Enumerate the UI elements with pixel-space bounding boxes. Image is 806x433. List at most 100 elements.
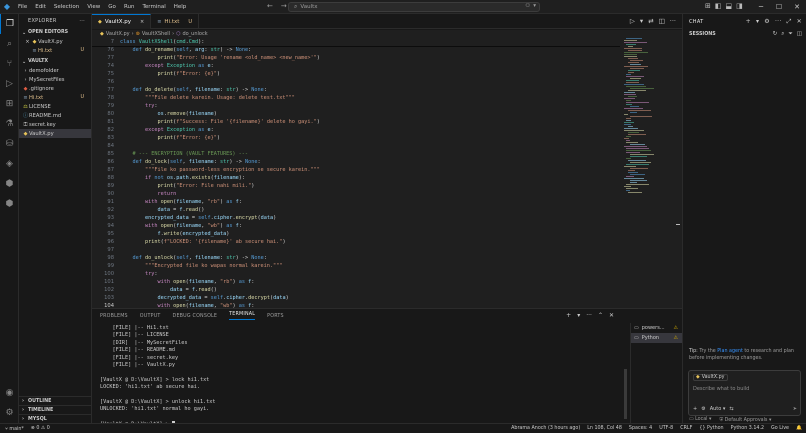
code-line[interactable]: 80 os.remove(filename) — [92, 110, 620, 118]
terminal-output[interactable]: [FILE] |-- Hi1.txt [FILE] |-- LICENSE [D… — [100, 325, 620, 428]
menu-item-view[interactable]: View — [83, 4, 104, 10]
status-right-item[interactable]: CRLF — [680, 426, 692, 431]
tools-icon[interactable]: ⚙ — [701, 406, 705, 412]
file-tree-item[interactable]: ⚿ secret.key — [19, 120, 91, 129]
status-left-item[interactable]: ⑂ main* — [5, 426, 24, 432]
file-tree-item[interactable]: › MySecretFiles — [19, 75, 91, 84]
status-right-item[interactable]: Go Live — [771, 426, 789, 431]
toggle-secondary-sidebar-icon[interactable]: ◨ — [736, 2, 743, 10]
code-line[interactable]: 77 print("Error: Usage 'rename <old_name… — [92, 54, 620, 62]
chat-dropdown-icon[interactable]: ▾ — [756, 18, 759, 26]
status-left-item[interactable]: ⊗ 0 ⚠ 0 — [31, 426, 50, 431]
mode-select[interactable]: Auto ▾ — [710, 406, 726, 412]
new-chat-icon[interactable]: + — [746, 18, 751, 26]
chat-input-placeholder[interactable]: Describe what to build — [693, 386, 749, 392]
code-line[interactable]: 82 except Exception as e: — [92, 126, 620, 134]
maximize-chat-icon[interactable]: ⤢ — [787, 18, 792, 26]
copilot-dropdown-icon[interactable]: ▾ — [533, 3, 536, 9]
terminal-instance[interactable]: ▭ powers... ⚠ — [631, 323, 682, 333]
run-dropdown-icon[interactable]: ▾ — [640, 17, 643, 25]
file-tree-item[interactable]: › demofolder — [19, 66, 91, 75]
compare-icon[interactable]: ⇄ — [648, 17, 653, 25]
code-line[interactable]: 101 with open(filename, "rb") as f: — [92, 278, 620, 286]
source-control-icon[interactable]: ⑂ — [0, 54, 19, 74]
context-chip[interactable]: ◆ VaultX.py — [693, 374, 728, 381]
more-actions-icon[interactable]: ··· — [79, 18, 85, 24]
settings-gear-icon[interactable]: ⚙ — [0, 403, 19, 423]
account-icon[interactable]: ◉ — [0, 383, 19, 403]
section-timeline[interactable]: › TIMELINE — [19, 405, 92, 414]
terminal-scrollbar[interactable] — [624, 369, 627, 419]
code-line[interactable]: 100 try: — [92, 270, 620, 278]
toggle-sidebar-icon[interactable]: ◧ — [715, 2, 722, 10]
back-arrow-icon[interactable]: ← — [267, 2, 273, 10]
code-line[interactable]: 7 class VaultXShell(cmd.Cmd): — [92, 38, 620, 46]
code-line[interactable]: 97 — [92, 246, 620, 254]
more-panel-actions-icon[interactable]: ··· — [586, 312, 592, 319]
code-line[interactable]: 84 — [92, 142, 620, 150]
minimize-icon[interactable]: ─ — [752, 0, 770, 14]
file-tree-item[interactable]: ≡ Hi.txt U — [19, 93, 91, 102]
section-outline[interactable]: › OUTLINE — [19, 396, 92, 405]
minimap[interactable] — [624, 38, 674, 308]
file-tree-item[interactable]: ⚖ LICENSE — [19, 102, 91, 111]
code-line[interactable]: 103 decrypted_data = self.cipher.decrypt… — [92, 294, 620, 302]
code-line[interactable]: 76 def do_rename(self, arg: str) -> None… — [92, 46, 620, 54]
more-editor-actions-icon[interactable]: ··· — [670, 17, 676, 25]
menu-item-help[interactable]: Help — [170, 4, 191, 10]
search-sessions-icon[interactable]: ⌕ — [781, 31, 784, 38]
status-right-item[interactable]: Abrama Anoch (3 hours ago) — [511, 426, 580, 431]
code-line[interactable]: 98 def do_unlock(self, filename: str) ->… — [92, 254, 620, 262]
extensions-icon[interactable]: ⊞ — [0, 94, 19, 114]
code-line[interactable]: 75 print(f"Error: {e}") — [92, 70, 620, 78]
run-debug-icon[interactable]: ▷ — [0, 74, 19, 94]
panel-tab-output[interactable]: OUTPUT — [140, 314, 161, 319]
send-icon[interactable]: ➤ — [793, 406, 797, 412]
terminal-instance[interactable]: ▭ Python ⚠ — [631, 333, 682, 343]
code-line[interactable]: 79 try: — [92, 102, 620, 110]
containers-icon[interactable]: ⬢ — [0, 194, 19, 214]
command-center-search[interactable]: ⌕ Vaultx ⚇ ▾ — [288, 2, 540, 12]
code-line[interactable]: 87 """File ko password-less encryption s… — [92, 166, 620, 174]
close-chat-icon[interactable]: ✕ — [797, 18, 802, 26]
stack-icon[interactable]: ◈ — [0, 154, 19, 174]
explorer-icon[interactable]: ❐ — [0, 14, 19, 34]
open-editor-item[interactable]: ≡ Hi.txt U — [19, 46, 91, 55]
code-line[interactable]: 99 """Encrypted file ko wapas normal kar… — [92, 262, 620, 270]
close-window-icon[interactable]: ✕ — [788, 0, 806, 14]
run-file-icon[interactable]: ▷ — [630, 17, 635, 25]
code-line[interactable]: 94 with open(filename, "wb") as f: — [92, 222, 620, 230]
menu-item-file[interactable]: File — [14, 4, 31, 10]
filter-icon[interactable]: ⏷ — [788, 31, 792, 38]
new-terminal-icon[interactable]: + — [566, 312, 571, 319]
status-right-item[interactable]: Spaces: 4 — [629, 426, 652, 431]
close-icon[interactable]: × — [24, 39, 31, 45]
code-line[interactable]: 88 if not os.path.exists(filename): — [92, 174, 620, 182]
configure-tools-icon[interactable]: ⇆ — [729, 406, 733, 412]
code-line[interactable]: 93 encrypted_data = self.cipher.encrypt(… — [92, 214, 620, 222]
toggle-panel-icon[interactable]: ⬓ — [726, 2, 733, 10]
menu-item-terminal[interactable]: Terminal — [138, 4, 169, 10]
maximize-icon[interactable]: ☐ — [770, 0, 788, 14]
layout-icon[interactable]: ◫ — [797, 31, 802, 38]
code-line[interactable]: 90 return — [92, 190, 620, 198]
code-line[interactable]: 102 data = f.read() — [92, 286, 620, 294]
editor-tab[interactable]: ◆ VaultX.py × — [92, 14, 152, 29]
code-line[interactable]: 89 print("Error: File nahi mili.") — [92, 182, 620, 190]
docker-icon[interactable]: ⬢ — [0, 174, 19, 194]
code-line[interactable]: 85 # --- ENCRYPTION (VAULT FEATURES) --- — [92, 150, 620, 158]
forward-arrow-icon[interactable]: → — [281, 2, 287, 10]
editor-tab[interactable]: ≡ Hi.txt U — [151, 14, 200, 29]
panel-tab-problems[interactable]: PROBLEMS — [100, 314, 128, 319]
chat-settings-icon[interactable]: ⚙ — [764, 18, 770, 26]
code-line[interactable]: 78 """File delete karein. Usage: delete … — [92, 94, 620, 102]
copilot-icon[interactable]: ⚇ — [525, 3, 530, 9]
maximize-panel-icon[interactable]: ⌃ — [598, 312, 603, 319]
add-context-icon[interactable]: + — [693, 406, 697, 412]
menu-item-edit[interactable]: Edit — [31, 4, 50, 10]
file-tree-item[interactable]: ⓘ README.md — [19, 111, 91, 120]
code-line[interactable]: 77 def do_delete(self, filename: str) ->… — [92, 86, 620, 94]
open-editors-section[interactable]: ⌄ OPEN EDITORS — [19, 28, 91, 37]
file-tree-item[interactable]: ◆ .gitignore — [19, 84, 91, 93]
code-line[interactable]: 91 with open(filename, "rb") as f: — [92, 198, 620, 206]
